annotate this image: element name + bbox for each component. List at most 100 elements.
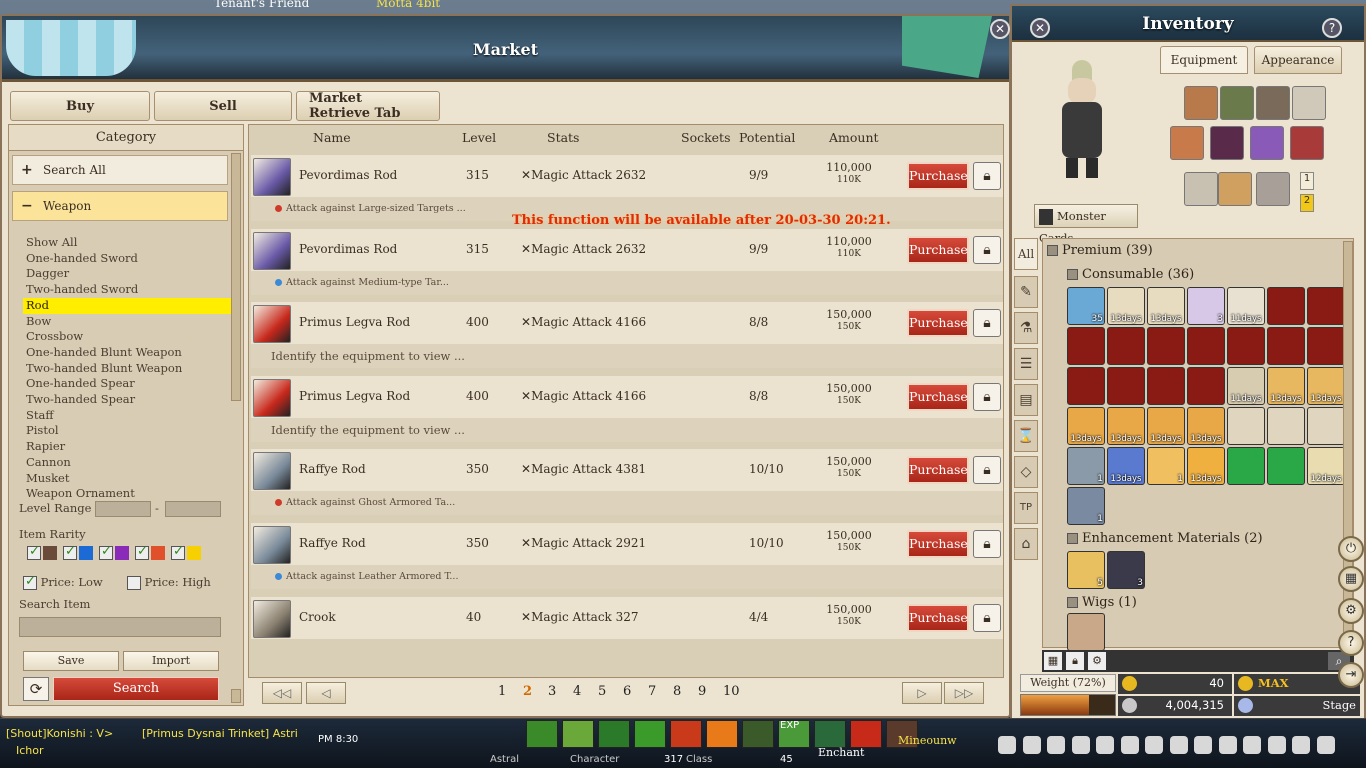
consumable-item[interactable]: 11days — [1227, 367, 1265, 405]
item-icon[interactable] — [253, 378, 291, 417]
system-menu-icon[interactable] — [1316, 736, 1335, 754]
exit-icon[interactable]: ⇥ — [1338, 662, 1364, 688]
level-min-input[interactable] — [95, 501, 151, 517]
consumable-item[interactable] — [1187, 327, 1225, 365]
system-menu-icon[interactable] — [1292, 736, 1310, 754]
potion-icon[interactable]: ⚗ — [1014, 312, 1038, 344]
home-icon[interactable]: ⌂ — [1014, 528, 1038, 560]
page-number[interactable]: 8 — [673, 684, 681, 699]
system-menu-icon[interactable] — [1243, 736, 1261, 754]
purchase-button[interactable]: Purchase — [907, 456, 969, 485]
item-icon[interactable] — [253, 305, 291, 344]
skill-slot[interactable] — [634, 720, 666, 748]
purchase-button[interactable]: Purchase — [907, 382, 969, 411]
skill-slot[interactable] — [526, 720, 558, 748]
grid-view-icon[interactable]: ▦ — [1044, 652, 1062, 670]
lock-icon[interactable]: 🔒︎ — [973, 530, 1001, 558]
consumable-item[interactable]: 13days — [1107, 407, 1145, 445]
consumable-item[interactable] — [1067, 367, 1105, 405]
price-high-option[interactable]: Price: High — [127, 575, 211, 590]
inventory-help-icon[interactable]: ? — [1322, 18, 1342, 38]
skill-slot[interactable] — [814, 720, 846, 748]
equipment-slot[interactable] — [1184, 86, 1218, 120]
system-menu-icon[interactable] — [1120, 736, 1139, 754]
gear-icon[interactable]: ⚙ — [1088, 652, 1106, 670]
market-close-icon[interactable]: ✕ — [990, 19, 1010, 39]
calendar-icon[interactable]: ▦ — [1338, 566, 1364, 592]
price-low-checkbox[interactable] — [23, 574, 37, 590]
enhancement-item[interactable]: 3 — [1107, 551, 1145, 589]
item-icon[interactable] — [253, 452, 291, 491]
item-icon[interactable] — [253, 158, 291, 196]
consumable-item[interactable]: 13days — [1187, 447, 1225, 485]
level-max-input[interactable] — [165, 501, 221, 517]
category-item[interactable]: Staff — [23, 408, 235, 424]
consumable-item[interactable]: 1 — [1067, 447, 1105, 485]
category-item[interactable]: Two-handed Spear — [23, 392, 235, 408]
power-icon[interactable]: ⏻ — [1338, 536, 1364, 562]
search-button[interactable]: Search — [53, 677, 219, 701]
category-item[interactable]: Rapier — [23, 439, 235, 455]
system-menu-icon[interactable] — [998, 736, 1016, 754]
lock-icon[interactable]: 🔒︎ — [973, 235, 1001, 264]
enhancement-item[interactable]: 5 — [1067, 551, 1105, 589]
consumable-item[interactable] — [1307, 287, 1345, 325]
consumable-item[interactable]: 13days — [1147, 407, 1185, 445]
skill-slot[interactable] — [562, 720, 594, 748]
consumable-item[interactable] — [1107, 327, 1145, 365]
consumable-item[interactable]: 13days — [1107, 287, 1145, 325]
purchase-button[interactable]: Purchase — [907, 603, 969, 632]
premium-category[interactable]: Premium (39) — [1047, 243, 1153, 258]
consumable-item[interactable] — [1307, 407, 1345, 445]
page-number[interactable]: 5 — [598, 684, 606, 699]
skill-slot[interactable] — [598, 720, 630, 748]
equipment-slot[interactable] — [1256, 86, 1290, 120]
price-high-checkbox[interactable] — [127, 576, 141, 590]
rarity-checkbox[interactable] — [99, 544, 113, 560]
consumable-item[interactable] — [1187, 367, 1225, 405]
enhancement-category[interactable]: Enhancement Materials (2) — [1067, 531, 1263, 546]
consumable-item[interactable]: 13days — [1187, 407, 1225, 445]
rarity-checkbox[interactable] — [63, 544, 77, 560]
lock-icon[interactable]: 🔒︎ — [973, 603, 1001, 632]
equipment-slot[interactable] — [1290, 126, 1324, 160]
tab-buy[interactable]: Buy — [10, 91, 150, 121]
category-item[interactable]: Pistol — [23, 423, 235, 439]
consumable-item[interactable]: 11days — [1227, 287, 1265, 325]
consumable-item[interactable]: 13days — [1147, 287, 1185, 325]
system-menu-icon[interactable] — [1194, 736, 1212, 754]
scroll-icon[interactable]: ☰ — [1014, 348, 1038, 380]
tab-sell[interactable]: Sell — [154, 91, 292, 121]
page-number[interactable]: 3 — [548, 684, 556, 699]
import-button[interactable]: Import — [123, 651, 219, 671]
category-item[interactable]: One-handed Sword — [23, 251, 235, 267]
purchase-button[interactable]: Purchase — [907, 235, 969, 264]
gem-icon[interactable]: ◇ — [1014, 456, 1038, 488]
save-button[interactable]: Save — [23, 651, 119, 671]
category-item[interactable]: Cannon — [23, 455, 235, 471]
consumable-item[interactable] — [1307, 327, 1345, 365]
lock-icon[interactable]: 🔒︎ — [973, 309, 1001, 338]
equipment-slot[interactable] — [1218, 172, 1252, 206]
category-item[interactable]: One-handed Blunt Weapon — [23, 345, 235, 361]
tab-market-retrieve[interactable]: Market Retrieve Tab — [296, 91, 440, 121]
equipment-slot[interactable] — [1170, 126, 1204, 160]
rarity-checkbox[interactable] — [135, 544, 149, 560]
lock-icon[interactable]: 🔒︎ — [1066, 652, 1084, 670]
page-number[interactable]: 2 — [523, 684, 532, 699]
category-item[interactable]: One-handed Spear — [23, 376, 235, 392]
consumable-item[interactable] — [1227, 447, 1265, 485]
page-number[interactable]: 6 — [623, 684, 631, 699]
search-item-input[interactable] — [19, 617, 221, 637]
last-page-button[interactable]: ▷▷ — [944, 682, 984, 704]
category-item[interactable]: Two-handed Sword — [23, 282, 235, 298]
consumable-item[interactable] — [1267, 287, 1305, 325]
equipment-slot[interactable] — [1184, 172, 1218, 206]
system-menu-icon[interactable] — [1145, 736, 1163, 754]
system-menu-icon[interactable] — [1267, 736, 1286, 754]
item-icon[interactable] — [253, 231, 291, 270]
category-scrollbar[interactable] — [231, 153, 241, 401]
consumable-item[interactable] — [1067, 327, 1105, 365]
system-menu-icon[interactable] — [1096, 736, 1114, 754]
prev-page-button[interactable]: ◁ — [306, 682, 346, 704]
